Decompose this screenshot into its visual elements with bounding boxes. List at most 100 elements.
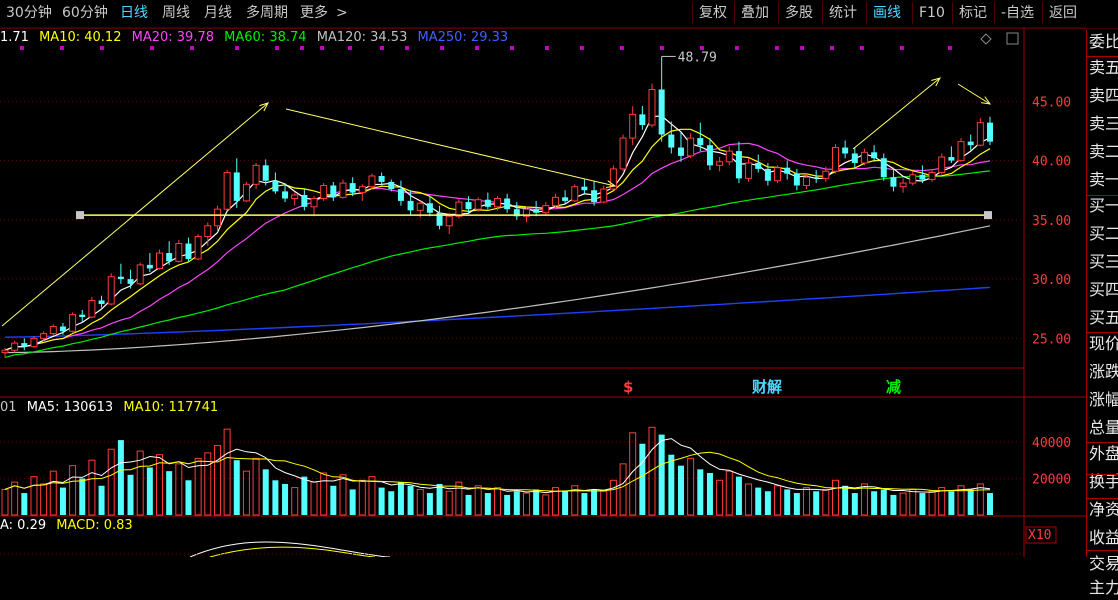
event-marker-2: 减 bbox=[886, 378, 901, 396]
volume-bar-down bbox=[967, 489, 974, 515]
signal-dot bbox=[620, 46, 624, 50]
maximize-icon bbox=[1006, 32, 1019, 45]
volume-bar-up bbox=[600, 490, 608, 516]
volume-bar-up bbox=[194, 457, 202, 516]
candle-body-up bbox=[358, 186, 366, 194]
volume-bar-down bbox=[59, 487, 66, 515]
volume-bar-up bbox=[687, 457, 695, 516]
volume-bar-up bbox=[416, 488, 424, 516]
volume-axis-label: 40000 bbox=[1032, 436, 1071, 451]
candle-body-up bbox=[445, 215, 453, 227]
signal-dot bbox=[900, 46, 904, 50]
volume-bar-up bbox=[320, 472, 328, 516]
candle-body-up bbox=[204, 225, 212, 237]
candle-body-down bbox=[378, 176, 385, 182]
candle-body-up bbox=[107, 276, 115, 305]
candle-body-down bbox=[591, 190, 598, 203]
candle-body-down bbox=[784, 167, 791, 174]
side-label-5: 卖一 bbox=[1089, 170, 1118, 189]
volume-bar-down bbox=[282, 483, 289, 515]
volume-bar-up bbox=[445, 490, 453, 516]
candle-body-down bbox=[697, 138, 704, 146]
candle-body-up bbox=[909, 174, 917, 184]
signal-dot bbox=[235, 46, 239, 50]
side-separator bbox=[1087, 550, 1118, 551]
signal-dot bbox=[440, 46, 444, 50]
candle-body-down bbox=[185, 243, 192, 259]
volume-bar-up bbox=[310, 481, 318, 516]
candle-body-up bbox=[494, 198, 501, 208]
candle-body-down bbox=[79, 314, 86, 318]
volume-bar-down bbox=[871, 491, 878, 515]
side-separator bbox=[1087, 474, 1118, 475]
volume-bar-down bbox=[513, 491, 520, 515]
side-label-14: 总量 bbox=[1089, 418, 1118, 437]
signal-dot bbox=[60, 46, 64, 50]
candle-body-down bbox=[668, 134, 675, 148]
kline-chart[interactable]: 45.00 40.00 35.00 30.00 25.00 40000 20000 X10 48… bbox=[0, 0, 1086, 557]
candle-body-up bbox=[291, 194, 299, 200]
volume-bar-up bbox=[928, 490, 936, 516]
candle-body-up bbox=[571, 186, 579, 202]
volume-bar-up bbox=[831, 479, 839, 516]
candle-body-down bbox=[117, 276, 124, 280]
volume-bar-down bbox=[484, 493, 491, 515]
candle-body-up bbox=[310, 198, 318, 208]
candle-body-up bbox=[339, 182, 347, 198]
candle-body-up bbox=[136, 264, 144, 285]
signal-dot bbox=[830, 46, 834, 50]
side-label-6: 买一 bbox=[1089, 196, 1118, 215]
candle-body-down bbox=[127, 279, 134, 284]
side-separator bbox=[1087, 195, 1118, 196]
line-handle-right bbox=[984, 211, 992, 220]
side-label-20: 主力 bbox=[1089, 578, 1118, 597]
candle-body-down bbox=[533, 209, 540, 213]
candle-body-down bbox=[397, 189, 404, 201]
candle-body-up bbox=[648, 88, 656, 126]
volume-bar-down bbox=[919, 493, 926, 515]
candle-body-down bbox=[880, 158, 887, 178]
signal-dot bbox=[348, 46, 352, 50]
volume-bar-down bbox=[98, 485, 105, 515]
volume-bar-down bbox=[658, 434, 665, 515]
candle-body-up bbox=[1, 349, 9, 354]
candle-body-up bbox=[831, 147, 839, 172]
signal-dot bbox=[300, 46, 304, 50]
candle-body-down bbox=[330, 185, 337, 198]
candle-body-down bbox=[764, 168, 771, 181]
side-label-8: 买三 bbox=[1089, 252, 1118, 271]
volume-bar-down bbox=[127, 474, 134, 515]
signal-dot bbox=[700, 46, 704, 50]
candle-body-down bbox=[919, 174, 926, 180]
candle-body-down bbox=[948, 157, 955, 161]
price-axis-label: 45.00 bbox=[1032, 95, 1071, 110]
candle-body-down bbox=[166, 253, 173, 262]
price-axis-label: 30.00 bbox=[1032, 273, 1071, 288]
volume-bar-down bbox=[436, 483, 443, 515]
signal-dot bbox=[100, 46, 104, 50]
price-axis-label: 35.00 bbox=[1032, 214, 1071, 229]
side-separator bbox=[1087, 442, 1118, 443]
side-separator bbox=[1087, 332, 1118, 333]
side-label-15: 外盘 bbox=[1089, 444, 1118, 463]
volume-bar-down bbox=[166, 471, 173, 515]
candle-body-up bbox=[716, 161, 724, 166]
candle-body-up bbox=[416, 202, 424, 211]
candle-body-up bbox=[822, 170, 830, 179]
price-axis-label: 25.00 bbox=[1032, 332, 1071, 347]
candle-body-up bbox=[49, 326, 57, 335]
volume-bar-up bbox=[725, 470, 733, 516]
volume-bar-down bbox=[397, 482, 404, 515]
candle-body-down bbox=[426, 203, 433, 213]
volume-bar-up bbox=[609, 479, 617, 516]
candle-body-down bbox=[755, 162, 762, 169]
candle-body-up bbox=[252, 164, 260, 185]
candle-body-down bbox=[677, 147, 684, 156]
volume-bar-down bbox=[764, 491, 771, 515]
volume-bar-down bbox=[378, 487, 385, 515]
volume-bar-down bbox=[639, 443, 646, 515]
volume-bar-down bbox=[813, 491, 820, 515]
side-label-9: 买四 bbox=[1089, 280, 1118, 299]
candle-body-up bbox=[542, 205, 550, 214]
volume-bar-down bbox=[504, 494, 511, 515]
